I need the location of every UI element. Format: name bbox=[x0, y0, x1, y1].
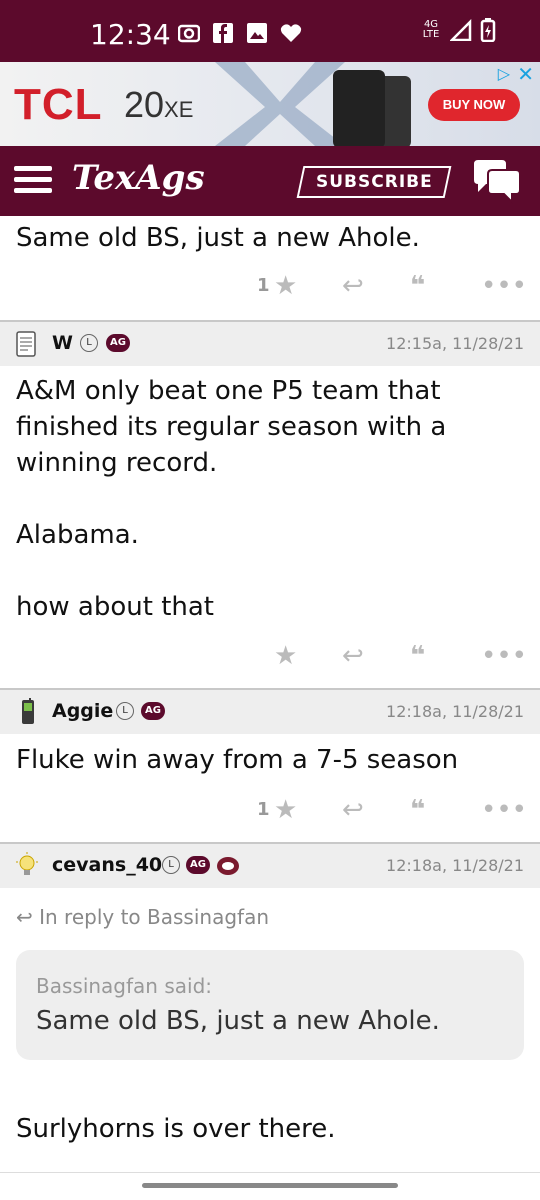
like-count: 1 bbox=[257, 275, 270, 296]
post-body: Surlyhorns is over there. bbox=[16, 1114, 336, 1144]
notepad-avatar-icon bbox=[16, 331, 36, 357]
chat-icon[interactable] bbox=[472, 160, 522, 204]
ad-brand: TCL bbox=[14, 80, 103, 129]
more-icon[interactable]: ••• bbox=[481, 790, 527, 830]
ad-banner[interactable]: TCL 20XE BUY NOW ▷ ✕ bbox=[0, 62, 540, 146]
more-icon[interactable]: ••• bbox=[481, 636, 527, 676]
post-header: cevans_40 L AG 12:18a, 11/28/21 bbox=[0, 844, 540, 888]
quote-icon[interactable]: ❝ bbox=[410, 636, 425, 676]
badge-ag: AG bbox=[141, 702, 165, 720]
post-body: Fluke win away from a 7-5 season bbox=[16, 745, 459, 775]
post-actions: 1 ★ ↩ ❝ ••• bbox=[0, 266, 540, 306]
lightbulb-avatar-icon bbox=[16, 852, 38, 875]
status-time: 12:34 bbox=[90, 18, 171, 51]
site-header: TexAgs SUBSCRIBE bbox=[0, 146, 540, 216]
subscribe-button[interactable]: SUBSCRIBE bbox=[296, 166, 452, 198]
badge-l: L bbox=[116, 702, 134, 720]
post-body: A&M only beat one P5 team that finished … bbox=[16, 376, 447, 622]
quote-icon[interactable]: ❝ bbox=[410, 266, 425, 306]
quote-text: Same old BS, just a new Ahole. bbox=[36, 1006, 440, 1036]
network-type: 4G LTE bbox=[422, 19, 440, 40]
badge-l: L bbox=[162, 856, 180, 874]
star-icon[interactable]: ★ bbox=[274, 266, 297, 306]
signal-icon bbox=[450, 19, 472, 41]
hamburger-menu-icon[interactable] bbox=[14, 166, 52, 194]
badge-ag: AG bbox=[106, 334, 130, 352]
badge-l: L bbox=[80, 334, 98, 352]
reply-reference[interactable]: ↩ In reply to Bassinagfan bbox=[16, 905, 269, 929]
post-timestamp: 12:18a, 11/28/21 bbox=[386, 702, 524, 721]
system-status: 4G LTE bbox=[420, 18, 496, 42]
heart-icon bbox=[280, 22, 302, 44]
status-bar: 12:34 4G LTE bbox=[0, 0, 540, 62]
reply-icon[interactable]: ↩ bbox=[342, 636, 364, 676]
post-timestamp: 12:15a, 11/28/21 bbox=[386, 334, 524, 353]
ad-model: 20XE bbox=[124, 84, 194, 125]
post-header: Aggie L AG 12:18a, 11/28/21 bbox=[0, 690, 540, 734]
badge-ag: AG bbox=[186, 856, 210, 874]
post-actions: 1 ★ ↩ ❝ ••• bbox=[0, 790, 540, 830]
post-timestamp: 12:18a, 11/28/21 bbox=[386, 856, 524, 875]
ad-choices-icon[interactable]: ▷ bbox=[498, 64, 510, 83]
facebook-icon bbox=[212, 22, 234, 44]
nav-separator bbox=[0, 1172, 540, 1173]
battery-icon bbox=[480, 18, 496, 42]
gesture-home-bar[interactable] bbox=[142, 1183, 398, 1188]
post-body: Same old BS, just a new Ahole. bbox=[16, 223, 420, 253]
username[interactable]: cevans_40 bbox=[52, 854, 162, 876]
more-icon[interactable]: ••• bbox=[481, 266, 527, 306]
cellphone-avatar-icon bbox=[22, 698, 34, 724]
buy-now-button[interactable]: BUY NOW bbox=[428, 89, 520, 121]
notification-icons bbox=[178, 22, 302, 44]
camera-notification-icon bbox=[178, 22, 200, 44]
username[interactable]: W bbox=[52, 332, 73, 354]
team-logo-icon bbox=[217, 857, 239, 875]
quote-icon[interactable]: ❝ bbox=[410, 790, 425, 830]
star-icon[interactable]: ★ bbox=[274, 790, 297, 830]
ad-close-icon[interactable]: ✕ bbox=[517, 62, 534, 86]
site-logo[interactable]: TexAgs bbox=[72, 158, 205, 198]
post-actions: ★ ↩ ❝ ••• bbox=[0, 636, 540, 676]
post-header: W L AG 12:15a, 11/28/21 bbox=[0, 322, 540, 366]
image-icon bbox=[246, 22, 268, 44]
reply-icon[interactable]: ↩ bbox=[342, 266, 364, 306]
username[interactable]: Aggie bbox=[52, 700, 113, 722]
like-count: 1 bbox=[257, 799, 270, 820]
star-icon[interactable]: ★ bbox=[274, 636, 297, 676]
reply-icon[interactable]: ↩ bbox=[342, 790, 364, 830]
quote-block: Bassinagfan said: Same old BS, just a ne… bbox=[16, 950, 524, 1060]
reply-icon: ↩ bbox=[16, 905, 40, 929]
ad-phone-front bbox=[333, 70, 385, 146]
quote-author: Bassinagfan said: bbox=[36, 974, 212, 998]
